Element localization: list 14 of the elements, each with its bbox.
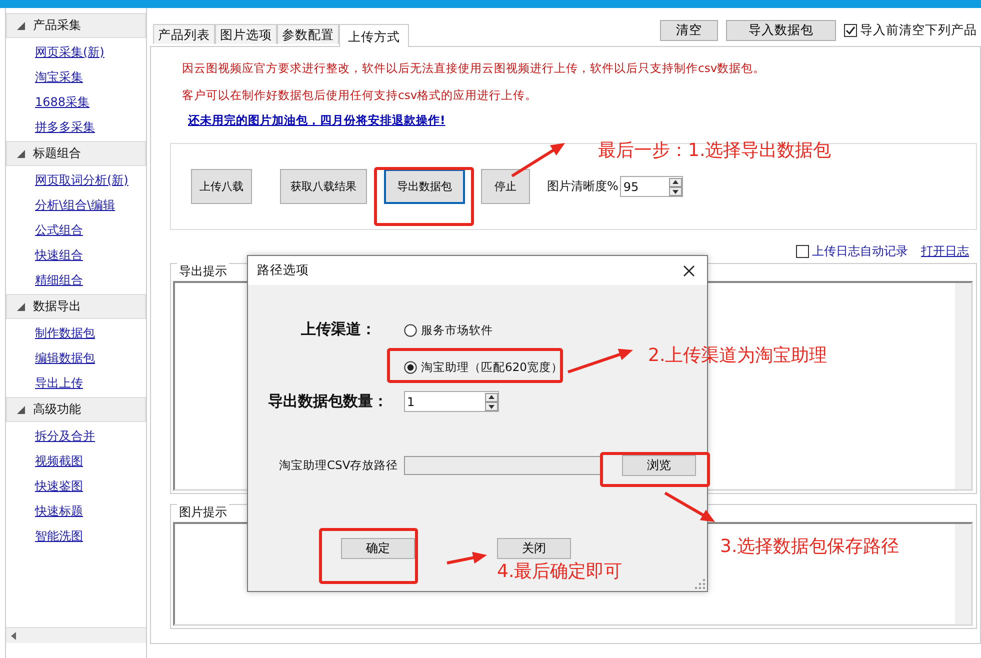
annotation-text: 最后一步：1.选择导出数据包 <box>598 139 832 162</box>
checkbox-label: 上传日志自动记录 <box>812 242 908 260</box>
notice-text: 因云图视频应官方要求进行整改，软件以后无法直接使用云图视频进行上传，软件以后只支持制作csv数据包。 <box>182 61 766 76</box>
annotation-text: 3.选择数据包保存路径 <box>720 535 900 558</box>
quality-label: 图片清晰度% <box>547 178 618 195</box>
checkbox-label: 导入前清空下列产品 <box>860 22 977 39</box>
annotation-text: 4.最后确定即可 <box>497 560 622 583</box>
channel-label: 上传渠道： <box>301 320 377 340</box>
notice-text: 客户可以在制作好数据包后使用任何支持csv格式的应用进行上传。 <box>182 88 538 103</box>
dialog-title: 路径选项 <box>257 262 309 279</box>
group-title: 导出提示 <box>177 263 229 280</box>
count-label: 导出数据包数量： <box>268 392 389 411</box>
group-title: 图片提示 <box>177 504 229 521</box>
path-label: 淘宝助理CSV存放路径 <box>279 458 400 473</box>
